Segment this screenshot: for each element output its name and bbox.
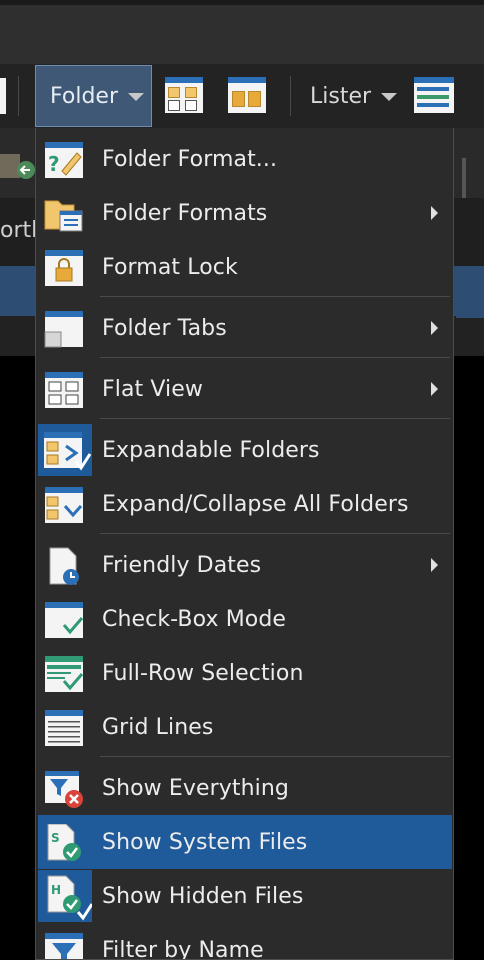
menu-item-label: Filter by Name: [102, 937, 264, 960]
menu-separator: [100, 357, 450, 358]
full-row-selection-icon: [44, 655, 84, 693]
folder-menu-button[interactable]: Folder: [35, 65, 152, 127]
dual-lock-icon[interactable]: [228, 77, 266, 113]
chevron-down-icon: [381, 93, 398, 101]
svg-text:S: S: [51, 831, 60, 845]
menu-item-filter-by-name[interactable]: Filter by Name: [38, 923, 452, 960]
menu-item-label: Flat View: [102, 376, 203, 402]
folder-tabs-icon: [44, 310, 84, 348]
toolbar-button-partial[interactable]: [0, 78, 6, 114]
folder-dropdown-menu: ? Folder Format... Folder Formats Format…: [35, 128, 454, 960]
toolbar-separator: [290, 76, 291, 116]
menu-item-folder-tabs[interactable]: Folder Tabs: [38, 301, 452, 355]
menu-item-label: Grid Lines: [102, 714, 214, 740]
menu-item-show-system-files[interactable]: S Show System Files: [38, 815, 452, 869]
menu-item-label: Folder Format...: [102, 146, 278, 172]
menu-separator: [100, 296, 450, 297]
filter-by-name-icon: [44, 932, 84, 959]
menu-item-label: Folder Formats: [102, 200, 268, 226]
menu-item-grid-lines[interactable]: Grid Lines: [38, 700, 452, 754]
expand-collapse-icon: [44, 486, 84, 524]
dual-folders-icon[interactable]: [165, 77, 203, 113]
grid-lines-icon: [44, 709, 84, 747]
menu-item-label: Format Lock: [102, 254, 238, 280]
checkbox-mode-icon: [44, 601, 84, 639]
show-everything-icon: [44, 770, 84, 808]
menu-item-expand-collapse-all[interactable]: Expand/Collapse All Folders: [38, 477, 452, 531]
menu-item-label: Show Hidden Files: [102, 883, 304, 909]
menu-item-label: Expand/Collapse All Folders: [102, 491, 409, 517]
format-lock-icon: [44, 249, 84, 287]
menu-separator: [100, 418, 450, 419]
menu-item-show-hidden-files[interactable]: H Show Hidden Files: [38, 869, 452, 923]
show-system-files-icon: S: [44, 823, 84, 862]
menu-item-label: Folder Tabs: [102, 315, 227, 341]
chevron-down-icon: [128, 93, 144, 101]
menu-item-expandable-folders[interactable]: Expandable Folders: [38, 423, 452, 477]
menu-separator: [100, 756, 450, 757]
menu-item-folder-formats[interactable]: Folder Formats: [38, 186, 452, 240]
title-bar: [0, 0, 484, 64]
submenu-arrow-icon: [431, 558, 438, 572]
svg-text:?: ?: [48, 152, 60, 176]
menu-item-full-row-selection[interactable]: Full-Row Selection: [38, 646, 452, 700]
flat-view-icon: [44, 371, 84, 409]
menu-item-label: Expandable Folders: [102, 437, 320, 463]
folder-menu-label: Folder: [50, 83, 118, 109]
svg-text:H: H: [51, 883, 61, 897]
menu-item-folder-format[interactable]: ? Folder Format...: [38, 132, 452, 186]
expandable-folders-icon: [38, 424, 92, 476]
menu-item-label: Full-Row Selection: [102, 660, 304, 686]
lister-menu-label: Lister: [310, 83, 372, 109]
show-hidden-files-icon: H: [38, 870, 94, 922]
folder-format-icon: ?: [44, 141, 84, 179]
submenu-arrow-icon: [431, 206, 438, 220]
right-rail: [456, 128, 484, 358]
menu-separator: [100, 533, 450, 534]
menu-item-friendly-dates[interactable]: Friendly Dates: [38, 538, 452, 592]
submenu-arrow-icon: [431, 321, 438, 335]
menu-item-label: Friendly Dates: [102, 552, 262, 578]
menu-item-checkbox-mode[interactable]: Check-Box Mode: [38, 592, 452, 646]
lister-menu-button[interactable]: Lister: [296, 65, 398, 127]
folder-formats-icon: [44, 195, 84, 233]
submenu-arrow-icon: [431, 382, 438, 396]
path-text: ortla: [0, 218, 40, 243]
back-icon[interactable]: [0, 148, 36, 184]
menu-item-label: Check-Box Mode: [102, 606, 287, 632]
menu-item-format-lock[interactable]: Format Lock: [38, 240, 452, 294]
menu-item-show-everything[interactable]: Show Everything: [38, 761, 452, 815]
menu-item-label: Show System Files: [102, 829, 308, 855]
menu-item-flat-view[interactable]: Flat View: [38, 362, 452, 416]
menu-item-label: Show Everything: [102, 775, 289, 801]
friendly-dates-icon: [44, 547, 84, 585]
lister-layout-icon[interactable]: [414, 77, 454, 113]
toolbar-separator: [18, 76, 19, 116]
